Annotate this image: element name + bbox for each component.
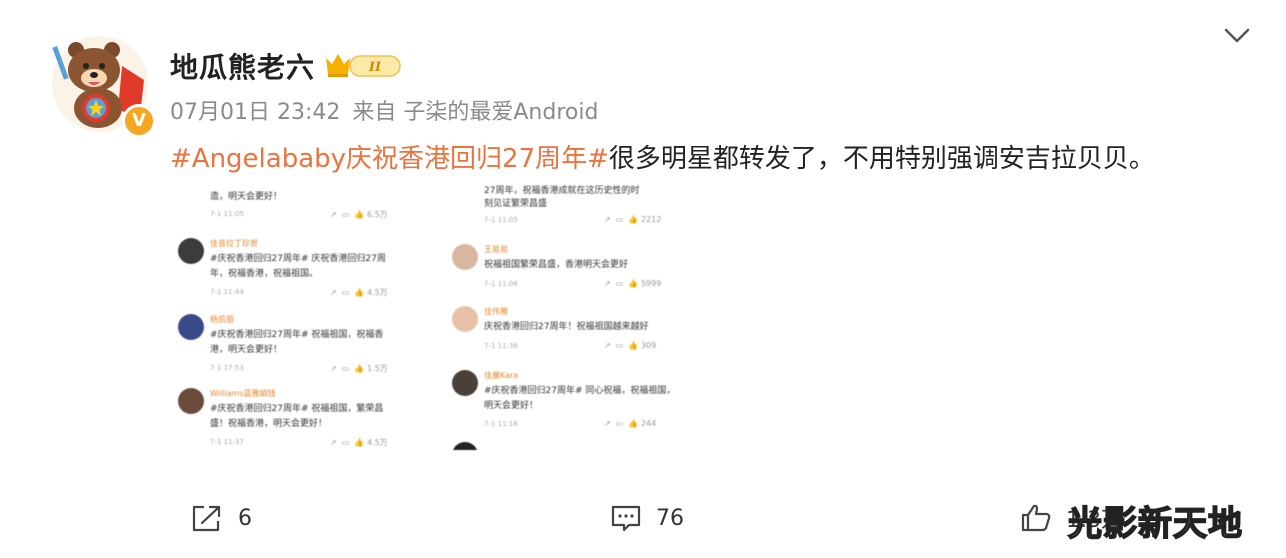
commenter-name: 佳音拉丁珍贺 <box>210 239 258 248</box>
commenter-name: Williams蓝雅娟钱 <box>210 389 276 398</box>
comment-actions: ↗ ▭ 👍 6.5万 <box>330 210 388 219</box>
share-count: 6 <box>238 505 252 531</box>
list-item: 27周年，祝福香港成就在这历史性的时 刻见证繁荣昌盛 7-1 11:05 ↗ ▭… <box>444 184 706 228</box>
comment-meta: 7-1 11:37 <box>210 438 244 446</box>
comment-text: 庆祝香港回归27周年！祝福祖国越来越好 <box>484 322 649 332</box>
avatar <box>452 306 478 332</box>
list-item: 佳晨Kara #庆祝香港回归27周年# 同心祝福，祝福祖国， 明天会更好！ 7-… <box>444 366 706 434</box>
avatar <box>178 388 204 414</box>
commenter-name: 王易易 <box>484 245 508 254</box>
comment-meta: 7-1 11:06 <box>484 280 518 288</box>
comment-text: 祝福祖国繁荣昌盛，香港明天会更好 <box>484 260 629 270</box>
avatar <box>178 238 204 264</box>
comment-text: 港，明天会更好！ <box>210 345 283 355</box>
post-date[interactable]: 07月01日 23:42 <box>170 100 340 125</box>
level-badge-text: II <box>368 60 382 75</box>
comment-actions: ↗ ▭ 👍 1.5万 <box>330 364 388 373</box>
post-images: 造，明天会更好！ 7-1 11:05 ↗ ▭ 👍 6.5万 佳音拉丁珍贺 #庆祝… <box>170 184 706 450</box>
post-body: 很多明星都转发了，不用特别强调安吉拉贝贝。 <box>608 144 1155 174</box>
post-meta: 07月01日 23:42 来自 子柒的最爱Android <box>170 94 610 126</box>
comment-actions: ↗ ▭ 👍 244 <box>604 419 657 428</box>
comment-text: 明天会更好！ <box>484 401 539 411</box>
list-item: 佳伟雅 庆祝香港回归27周年！祝福祖国越来越好 7-1 11:36 ↗ ▭ 👍 … <box>444 302 706 358</box>
comment-meta: 7-1 11:05 <box>210 210 244 218</box>
avatar <box>178 314 204 340</box>
comment-meta: 7-1 11:16 <box>484 420 518 428</box>
comment-actions: ↗ ▭ 👍 2212 <box>604 215 662 224</box>
avatar <box>452 442 478 450</box>
comment-text: #庆祝香港回归27周年# 庆祝香港回归27周 <box>210 254 386 264</box>
comment-meta: 7-1 11:36 <box>484 342 518 350</box>
list-item: Williams蓝雅娟钱 #庆祝香港回归27周年# 祝福祖国，繁荣昌 盛！祝福香… <box>170 384 432 450</box>
comment-count: 76 <box>656 505 684 531</box>
post-text: #Angelababy庆祝香港回归27周年#很多明星都转发了，不用特别强调安吉拉… <box>170 138 1155 175</box>
avatar <box>452 370 478 396</box>
share-icon <box>192 505 221 532</box>
comment-meta: 7-1 11:44 <box>210 288 244 296</box>
comment-actions: ↗ ▭ 👍 309 <box>604 341 657 350</box>
post-image-2[interactable]: 27周年，祝福香港成就在这历史性的时 刻见证繁荣昌盛 7-1 11:05 ↗ ▭… <box>444 184 706 450</box>
post-image-1[interactable]: 造，明天会更好！ 7-1 11:05 ↗ ▭ 👍 6.5万 佳音拉丁珍贺 #庆祝… <box>170 184 432 450</box>
crown-badge-icon[interactable]: II <box>324 50 404 80</box>
comment-text: 盛！祝福香港，明天会更好！ <box>210 419 328 429</box>
commenter-name: 佳晨Kara <box>484 371 519 380</box>
comment-actions: ↗ ▭ 👍 5999 <box>604 279 662 288</box>
comment-meta: 7-1 17:53 <box>210 364 244 372</box>
comment-text: 刻见证繁荣昌盛 <box>484 199 548 209</box>
comment-text: #庆祝香港回归27周年# 同心祝福，祝福祖国， <box>484 386 676 396</box>
verified-badge-icon: V <box>122 104 156 138</box>
post-source: 来自 子柒的最爱Android <box>352 100 599 125</box>
list-item: 佳音拉丁珍贺 #庆祝香港回归27周年# 庆祝香港回归27周 年，祝福香港，祝福祖… <box>170 234 432 302</box>
comment-text: 造，明天会更好！ <box>210 192 283 202</box>
hashtag-link[interactable]: #Angelababy庆祝香港回归27周年# <box>170 144 609 174</box>
comment-actions: ↗ ▭ 👍 4.5万 <box>330 288 388 297</box>
commenter-name: 杨凯丽 <box>210 315 234 324</box>
comment-actions: ↗ ▭ 👍 4.5万 <box>330 438 388 447</box>
chevron-down-icon[interactable] <box>1222 24 1252 48</box>
avatar <box>452 244 478 270</box>
username[interactable]: 地瓜熊老六 <box>170 46 315 86</box>
thumbs-up-icon <box>1021 504 1051 532</box>
comment-text: #庆祝香港回归27周年# 祝福祖国，繁荣昌 <box>210 404 384 414</box>
share-button[interactable]: 6 <box>190 500 252 536</box>
list-item: 杨凯丽 #庆祝香港回归27周年# 祝福祖国，祝福香 港，明天会更好！ 7-1 1… <box>170 310 432 378</box>
comment-icon <box>611 505 641 532</box>
comment-button[interactable]: 76 <box>610 500 684 536</box>
comment-meta: 7-1 11:05 <box>484 216 518 224</box>
comment-text: 年，祝福香港，祝福祖国。 <box>210 269 319 279</box>
watermark: 光影新天地 <box>1067 503 1243 545</box>
comment-text: #庆祝香港回归27周年# 祝福祖国，祝福香 <box>210 330 384 340</box>
commenter-name: 佳伟雅 <box>484 307 508 316</box>
list-item: 造，明天会更好！ 7-1 11:05 ↗ ▭ 👍 6.5万 <box>170 184 432 228</box>
list-item: 王易易 祝福祖国繁荣昌盛，香港明天会更好 7-1 11:06 ↗ ▭ 👍 599… <box>444 240 706 296</box>
weibo-post-card: V 地瓜熊老六 II 07月01日 23:42 来自 子柒的最爱Android #… <box>0 0 1286 558</box>
